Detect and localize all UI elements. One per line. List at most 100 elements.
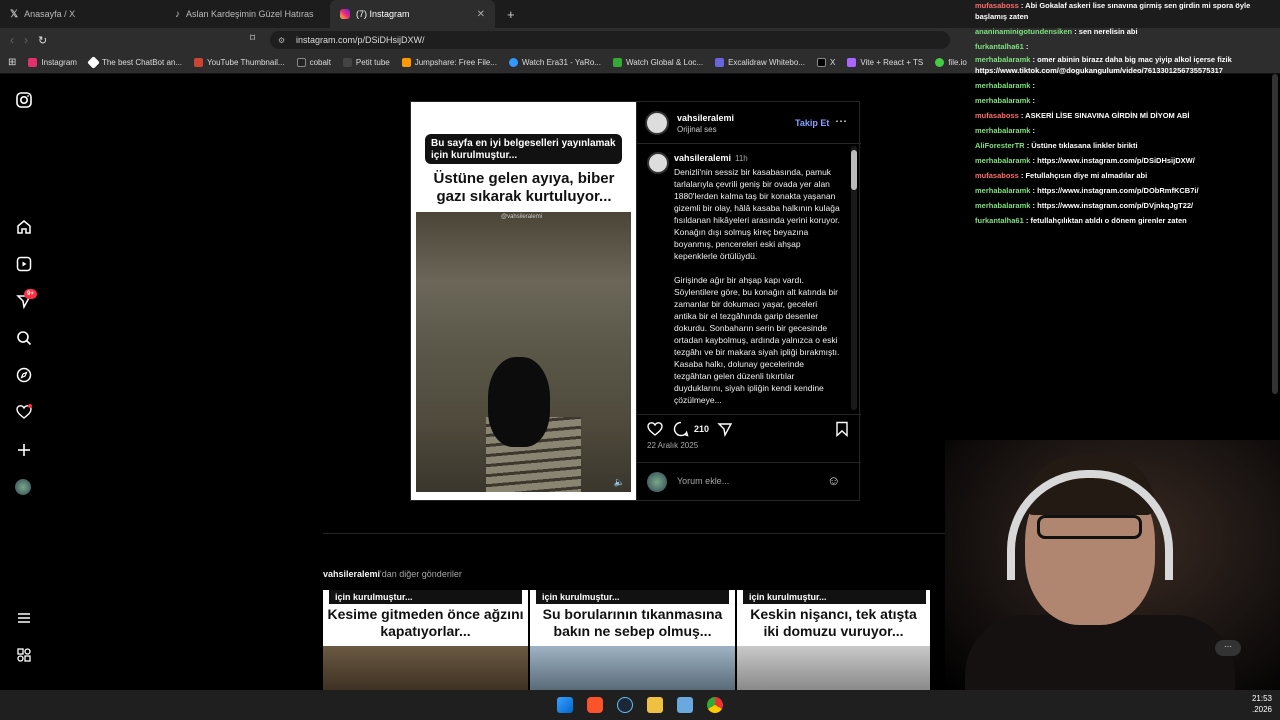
post-audio[interactable]: Orijinal ses: [677, 125, 717, 134]
comment-input[interactable]: Yorum ekle...: [677, 476, 729, 486]
notification-badge: 9+: [24, 289, 37, 299]
bookmark-item[interactable]: Vite + React + TS: [847, 58, 923, 67]
post-sidebar: vahsileralemi Orijinal ses Takip Et ⋯ va…: [636, 102, 861, 500]
caption-scrollbar[interactable]: [851, 146, 857, 410]
more-posts-username[interactable]: vahsileralemi: [323, 569, 380, 579]
tab-instagram[interactable]: (7) Instagram ✕: [330, 0, 495, 28]
caption-username[interactable]: vahsileralemi: [674, 153, 731, 163]
bookmark-label: Watch Global & Loc...: [625, 58, 704, 67]
bookmark-item[interactable]: file.io: [935, 58, 967, 67]
grid-badge: için kurulmuştur...: [536, 590, 729, 604]
more-options-icon[interactable]: ⋯: [835, 114, 847, 128]
bookmark-label: Instagram: [41, 58, 77, 67]
emoji-icon[interactable]: ☺: [827, 473, 840, 488]
grid-photo: [323, 646, 528, 690]
watermark: @vahsileralemi: [501, 214, 543, 220]
caption-paragraph: Denizli'nin sessiz bir kasabasında, pamu…: [674, 167, 840, 261]
grid-badge: için kurulmuştur...: [329, 590, 522, 604]
save-icon[interactable]: [835, 421, 849, 442]
bookmark-icon[interactable]: ⌑: [250, 33, 255, 44]
chat-user: mufasaboss: [975, 111, 1019, 120]
chat-user: merhabalaramk: [975, 96, 1031, 105]
windows-start-icon[interactable]: [557, 697, 573, 713]
file-explorer-icon[interactable]: [647, 697, 663, 713]
close-tab-icon[interactable]: ✕: [477, 9, 485, 20]
explore-icon[interactable]: [15, 367, 33, 385]
apps-icon[interactable]: ⊞: [8, 57, 16, 68]
follow-button[interactable]: Takip Et: [795, 118, 829, 128]
chrome-icon[interactable]: [707, 697, 723, 713]
avatar[interactable]: [645, 111, 669, 135]
webcam-overlay: ⋯: [945, 440, 1280, 690]
brave-browser-icon[interactable]: [587, 697, 603, 713]
more-menu-icon[interactable]: [15, 610, 33, 628]
forward-icon[interactable]: ›: [24, 33, 28, 47]
like-heart-icon[interactable]: [647, 421, 663, 442]
thumbnail-icon: [194, 58, 204, 67]
more-dots-icon[interactable]: ⋯: [1215, 640, 1241, 656]
chatbot-icon: [87, 56, 100, 69]
reload-icon[interactable]: ↻: [38, 34, 47, 47]
caption-avatar[interactable]: [647, 152, 669, 174]
chat-message: merhabalaramk : omer abinin birazz daha …: [975, 54, 1280, 76]
threads-apps-icon[interactable]: [15, 647, 33, 665]
share-icon[interactable]: [717, 421, 733, 442]
instagram-logo-icon[interactable]: [15, 92, 33, 110]
comment-count: 210: [694, 424, 710, 434]
media-badge: Bu sayfa en iyi belgeselleri yayınlamak …: [425, 134, 622, 164]
more-post-item[interactable]: için kurulmuştur... Su borularının tıkan…: [530, 590, 735, 690]
bookmark-item[interactable]: Watch Global & Loc...: [612, 58, 704, 67]
post-media[interactable]: Bu sayfa en iyi belgeselleri yayınlamak …: [411, 102, 636, 500]
bookmark-item[interactable]: Watch Era31 - YaRo...: [508, 58, 601, 67]
bear: [488, 357, 550, 447]
bookmark-item[interactable]: cobalt: [296, 58, 331, 67]
tab-tiktok[interactable]: ♪ Aslan Kardeşimin Güzel Hatırası | Tik: [165, 0, 330, 28]
bookmark-item[interactable]: Excalidraw Whitebo...: [715, 58, 805, 67]
reels-icon[interactable]: [15, 256, 33, 274]
chat-user: mufasaboss: [975, 1, 1019, 10]
url-field[interactable]: ⚙ instagram.com/p/DSiDHsijDXW/: [270, 31, 950, 49]
steam-icon[interactable]: [617, 697, 633, 713]
chat-user: merhabalaramk: [975, 126, 1031, 135]
notifications-heart-icon[interactable]: [15, 404, 33, 422]
profile-avatar[interactable]: [15, 479, 33, 497]
bookmark-item[interactable]: Jumpshare: Free File...: [401, 58, 497, 67]
chat-message: furkantalha61 : fetullahçılıktan atıldı …: [975, 213, 1280, 228]
streamer-body: [965, 615, 1235, 690]
comment-icon[interactable]: [673, 421, 689, 442]
divider: [323, 533, 945, 534]
era31-icon: [508, 58, 518, 67]
new-tab-button[interactable]: +: [507, 7, 515, 22]
bookmark-item[interactable]: Instagram: [28, 58, 77, 67]
bookmark-label: file.io: [948, 58, 967, 67]
search-icon[interactable]: [15, 330, 33, 348]
post-username[interactable]: vahsileralemi: [677, 113, 734, 123]
back-icon[interactable]: ‹: [10, 33, 14, 47]
more-posts-suffix: 'dan diğer gönderiler: [380, 569, 462, 579]
messages-icon[interactable]: 9+: [15, 289, 37, 311]
chat-text: :: [1025, 42, 1029, 51]
chat-message: merhabalaramk :: [975, 123, 1280, 138]
bookmark-item[interactable]: YouTube Thumbnail...: [194, 58, 285, 67]
home-icon[interactable]: [15, 219, 33, 237]
chat-text: : ASKERİ LİSE SINAVINA GİRDİN Mİ DİYOM A…: [1020, 111, 1190, 120]
chat-message: mufasaboss : Abi Gokalaf askeri lise sın…: [975, 0, 1280, 22]
mute-icon[interactable]: 🔈: [614, 477, 625, 488]
bookmark-item[interactable]: X: [816, 58, 835, 67]
bookmark-item[interactable]: The best ChatBot an...: [87, 56, 182, 69]
media-headline: Üstüne gelen ayıya, biber gazı sıkarak k…: [433, 170, 615, 205]
bookmark-item[interactable]: Petit tube: [342, 58, 390, 67]
more-post-item[interactable]: için kurulmuştur... Keskin nişancı, tek …: [737, 590, 930, 690]
screen-tool-icon[interactable]: [677, 697, 693, 713]
create-plus-icon[interactable]: [15, 442, 33, 460]
tab-label: (7) Instagram: [356, 9, 410, 19]
chat-user: furkantalha61: [975, 216, 1024, 225]
url-text: instagram.com/p/DSiDHsijDXW/: [296, 35, 425, 45]
scrollbar-thumb[interactable]: [851, 150, 857, 190]
tab-x[interactable]: 𝕏 Anasayfa / X: [0, 0, 165, 28]
global-icon: [612, 58, 622, 67]
more-post-item[interactable]: için kurulmuştur... Kesime gitmeden önce…: [323, 590, 528, 690]
petit-tube-icon: [342, 58, 352, 67]
site-info-icon[interactable]: ⚙: [278, 36, 285, 45]
chat-user: merhabalaramk: [975, 55, 1031, 64]
